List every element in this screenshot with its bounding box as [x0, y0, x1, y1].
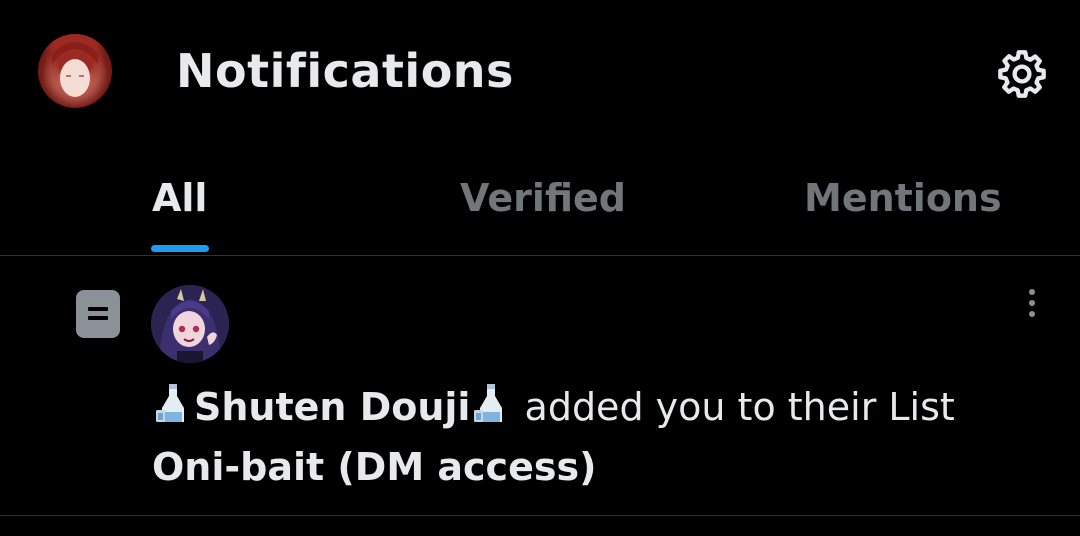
settings-button[interactable]: [992, 44, 1052, 104]
tab-mentions[interactable]: Mentions: [804, 176, 1002, 220]
user-display-name[interactable]: Shuten Douji: [194, 385, 470, 429]
sake-bottle-icon: [474, 384, 503, 422]
sake-bottle-icon: [156, 384, 184, 422]
list-name[interactable]: Oni-bait (DM access): [152, 445, 596, 489]
notification-action-text: added you to their List: [512, 385, 955, 429]
top-bar: Notifications: [0, 0, 1080, 150]
list-icon: [76, 290, 120, 338]
page-title: Notifications: [176, 44, 514, 98]
tab-bar: All Verified Mentions: [0, 150, 1080, 256]
tab-all[interactable]: All: [152, 176, 207, 220]
more-options-button[interactable]: [1018, 285, 1046, 321]
notification-item[interactable]: Shuten Douji added you to their List Oni-…: [0, 257, 1080, 516]
tab-active-indicator: [151, 245, 209, 252]
notification-text: Shuten Douji added you to their List Oni-…: [152, 377, 1052, 497]
user-avatar[interactable]: [151, 285, 229, 363]
profile-avatar[interactable]: [38, 34, 112, 108]
gear-icon: [998, 50, 1046, 98]
tab-verified[interactable]: Verified: [460, 176, 626, 220]
